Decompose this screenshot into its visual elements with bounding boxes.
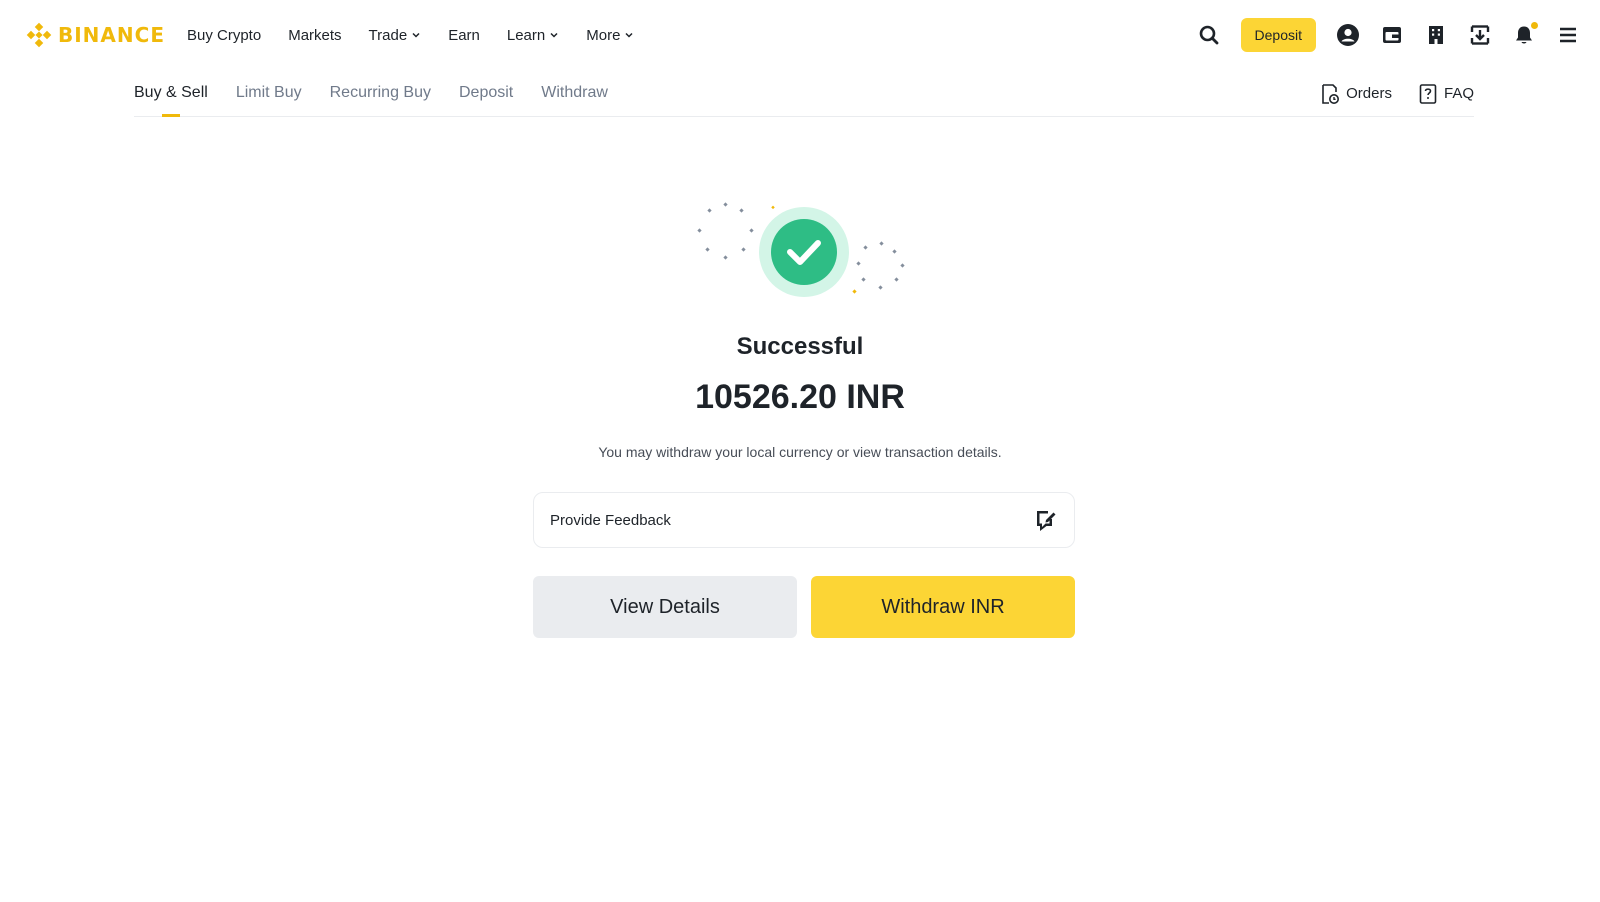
search-icon: [1199, 25, 1218, 45]
nav-item-label: Learn: [506, 26, 546, 44]
binance-logo[interactable]: BINANCE: [26, 20, 165, 50]
nav-item-label: More: [586, 26, 621, 44]
withdraw-inr-button[interactable]: Withdraw INR: [811, 576, 1075, 638]
notification-dot: [1531, 22, 1538, 29]
nav-item-label: Markets: [288, 26, 342, 44]
tab-limit-buy[interactable]: Limit Buy: [236, 70, 302, 117]
binance-logo-icon: [26, 22, 52, 48]
account-button[interactable]: [1336, 23, 1360, 47]
user-icon: [1337, 24, 1359, 46]
nav-item-earn[interactable]: Earn: [448, 27, 480, 44]
main-nav: Buy Crypto Markets Trade Earn Learn More: [187, 0, 661, 70]
tab-label: Buy & Sell: [134, 84, 208, 101]
view-details-button[interactable]: View Details: [533, 576, 797, 638]
result-description: You may withdraw your local currency or …: [598, 444, 1002, 460]
nav-item-more[interactable]: More: [586, 27, 634, 44]
menu-icon: [1560, 27, 1576, 43]
institutional-button[interactable]: [1424, 23, 1448, 47]
building-icon: [1429, 26, 1443, 44]
nav-item-label: Earn: [448, 26, 480, 44]
nav-item-label: Trade: [368, 26, 408, 44]
amount-value: 10526.20 INR: [695, 378, 905, 416]
faq-link[interactable]: FAQ: [1418, 83, 1474, 105]
wallet-icon: [1383, 27, 1401, 43]
feedback-edit-icon: [1037, 511, 1056, 531]
faq-label: FAQ: [1443, 85, 1474, 102]
chevron-down-icon: [625, 32, 633, 38]
tab-recurring-buy[interactable]: Recurring Buy: [330, 70, 431, 117]
header-actions: Deposit: [1197, 0, 1580, 70]
tab-withdraw[interactable]: Withdraw: [541, 70, 608, 117]
nav-item-label: Buy Crypto: [187, 26, 262, 44]
decorative-dots-left: [697, 202, 754, 260]
feedback-label: Provide Feedback: [550, 511, 671, 529]
provide-feedback-button[interactable]: Provide Feedback: [533, 492, 1075, 548]
chevron-down-icon: [412, 32, 420, 38]
orders-label: Orders: [1346, 85, 1392, 102]
chevron-down-icon: [550, 32, 558, 38]
subtab-bar: Buy & Sell Limit Buy Recurring Buy Depos…: [134, 70, 1474, 117]
status-title: Successful: [736, 333, 864, 360]
nav-item-trade[interactable]: Trade: [369, 27, 422, 44]
search-button[interactable]: [1197, 23, 1221, 47]
subtab-utilities: Orders FAQ: [1320, 70, 1474, 117]
download-app-button[interactable]: [1468, 23, 1492, 47]
brand-name: BINANCE: [58, 23, 165, 47]
wallet-button[interactable]: [1380, 23, 1404, 47]
success-check-icon: [697, 202, 905, 297]
nav-item-buy-crypto[interactable]: Buy Crypto: [187, 27, 261, 44]
action-buttons: View Details Withdraw INR: [533, 576, 1075, 638]
tab-label: Recurring Buy: [329, 84, 431, 101]
nav-item-learn[interactable]: Learn: [507, 27, 559, 44]
tab-buy-sell[interactable]: Buy & Sell: [134, 70, 208, 117]
tab-label: Withdraw: [541, 84, 608, 101]
download-icon: [1470, 25, 1490, 45]
menu-button[interactable]: [1556, 23, 1580, 47]
tab-deposit[interactable]: Deposit: [459, 70, 513, 117]
tab-label: Deposit: [458, 84, 514, 101]
notifications-button[interactable]: [1512, 22, 1538, 47]
top-navigation-bar: BINANCE Buy Crypto Markets Trade Earn Le…: [0, 0, 1600, 70]
tab-label: Limit Buy: [235, 84, 302, 101]
header-deposit-button[interactable]: Deposit: [1240, 18, 1316, 52]
faq-icon: [1419, 83, 1437, 104]
orders-link[interactable]: Orders: [1320, 83, 1392, 105]
orders-icon: [1322, 83, 1340, 104]
nav-item-markets[interactable]: Markets: [288, 27, 341, 44]
decorative-dots-right: [856, 241, 905, 290]
